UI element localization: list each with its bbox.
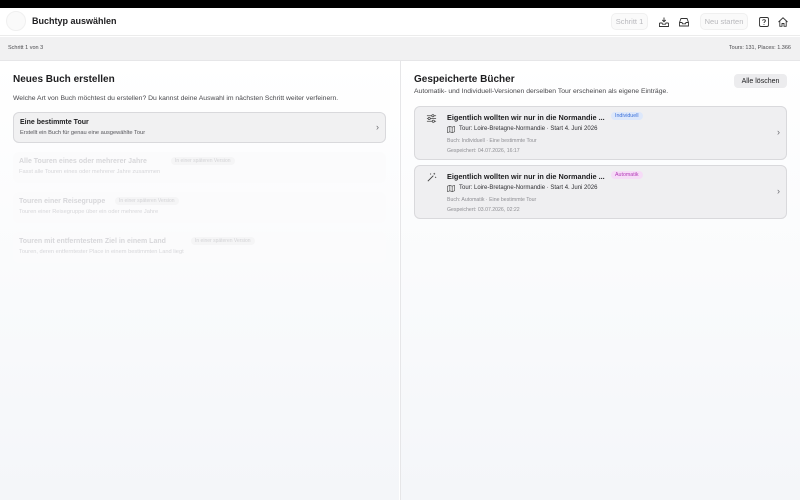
- card-tour-line: Tour: Loire-Bretagne-Normandie · Start 4…: [459, 126, 598, 132]
- header-bar: Buchtyp auswählen Schritt 1 Neu starten: [0, 8, 800, 36]
- status-strip: [0, 0, 800, 8]
- automatik-badge: Automatik: [611, 171, 643, 179]
- restart-button[interactable]: Neu starten: [700, 13, 748, 30]
- option-single-tour[interactable]: Eine bestimmte Tour Erstellt ein Buch fü…: [13, 112, 386, 143]
- card-saved-line: Gespeichert: 04.07.2026, 16:17: [447, 148, 520, 154]
- option-description: Erstellt ein Buch für genau eine ausgewä…: [20, 130, 146, 136]
- saved-book-card[interactable]: Eigentlich wollten wir nur in die Norman…: [414, 165, 787, 219]
- help-icon[interactable]: [755, 13, 773, 31]
- later-version-badge: In einer späteren Version: [191, 237, 255, 245]
- step-indicator: Schritt 1 von 3: [8, 45, 44, 51]
- section-heading-saved-books: Gespeicherte Bücher: [414, 74, 515, 85]
- option-description: Touren, deren entferntester Place in ein…: [19, 249, 184, 255]
- card-title: Eigentlich wollten wir nur in die Norman…: [447, 172, 605, 181]
- option-title: Alle Touren eines oder mehrerer Jahre: [19, 158, 147, 165]
- saved-book-card[interactable]: Eigentlich wollten wir nur in die Norman…: [414, 106, 787, 160]
- card-tour-line: Tour: Loire-Bretagne-Normandie · Start 4…: [459, 185, 598, 191]
- card-book-line: Buch: Automatik · Eine bestimmte Tour: [447, 197, 537, 203]
- card-saved-line: Gespeichert: 03.07.2026, 02:22: [447, 207, 520, 213]
- option-years: Alle Touren eines oder mehrerer Jahre In…: [13, 152, 386, 183]
- section-subtitle-new-book: Welche Art von Buch möchtest du erstelle…: [13, 95, 339, 102]
- sliders-icon: [426, 114, 437, 123]
- back-button[interactable]: [6, 11, 26, 31]
- tray-download-icon[interactable]: [655, 13, 673, 31]
- new-book-panel: Neues Buch erstellen Welche Art von Buch…: [0, 61, 399, 500]
- option-travel-group: Touren einer Reisegruppe In einer später…: [13, 192, 386, 223]
- option-title: Touren einer Reisegruppe: [19, 198, 106, 205]
- option-farthest-country: Touren mit entferntestem Ziel in einem L…: [13, 232, 386, 263]
- option-description: Fasst alle Touren eines oder mehrerer Ja…: [19, 169, 161, 175]
- chevron-right-icon: ›: [777, 186, 780, 196]
- clear-all-button[interactable]: Alle löschen: [734, 74, 787, 88]
- info-bar: Schritt 1 von 3 Tours: 131, Places: 1.36…: [0, 37, 800, 61]
- map-icon: [447, 126, 455, 133]
- option-description: Touren einer Reisegruppe über ein oder m…: [19, 209, 159, 215]
- section-subtitle-saved-books: Automatik- und Individuell-Versionen der…: [414, 88, 669, 95]
- chevron-right-icon: ›: [777, 127, 780, 137]
- section-heading-new-book: Neues Buch erstellen: [13, 74, 115, 85]
- home-icon[interactable]: [774, 13, 792, 31]
- map-icon: [447, 185, 455, 192]
- magic-wand-icon: [427, 172, 437, 182]
- later-version-badge: In einer späteren Version: [115, 197, 179, 205]
- card-title: Eigentlich wollten wir nur in die Norman…: [447, 113, 605, 122]
- saved-books-panel: Gespeicherte Bücher Automatik- und Indiv…: [400, 61, 800, 500]
- card-book-line: Buch: Individuell · Eine bestimmte Tour: [447, 138, 537, 144]
- step-button[interactable]: Schritt 1: [611, 13, 648, 30]
- stats-text: Tours: 131, Places: 1.366: [728, 45, 791, 51]
- page-title: Buchtyp auswählen: [32, 16, 117, 26]
- option-title: Touren mit entferntestem Ziel in einem L…: [19, 238, 166, 245]
- tray-icon[interactable]: [675, 13, 693, 31]
- option-title: Eine bestimmte Tour: [20, 119, 89, 126]
- later-version-badge: In einer späteren Version: [171, 157, 235, 165]
- chevron-right-icon: ›: [376, 122, 379, 132]
- individuell-badge: Individuell: [611, 112, 643, 120]
